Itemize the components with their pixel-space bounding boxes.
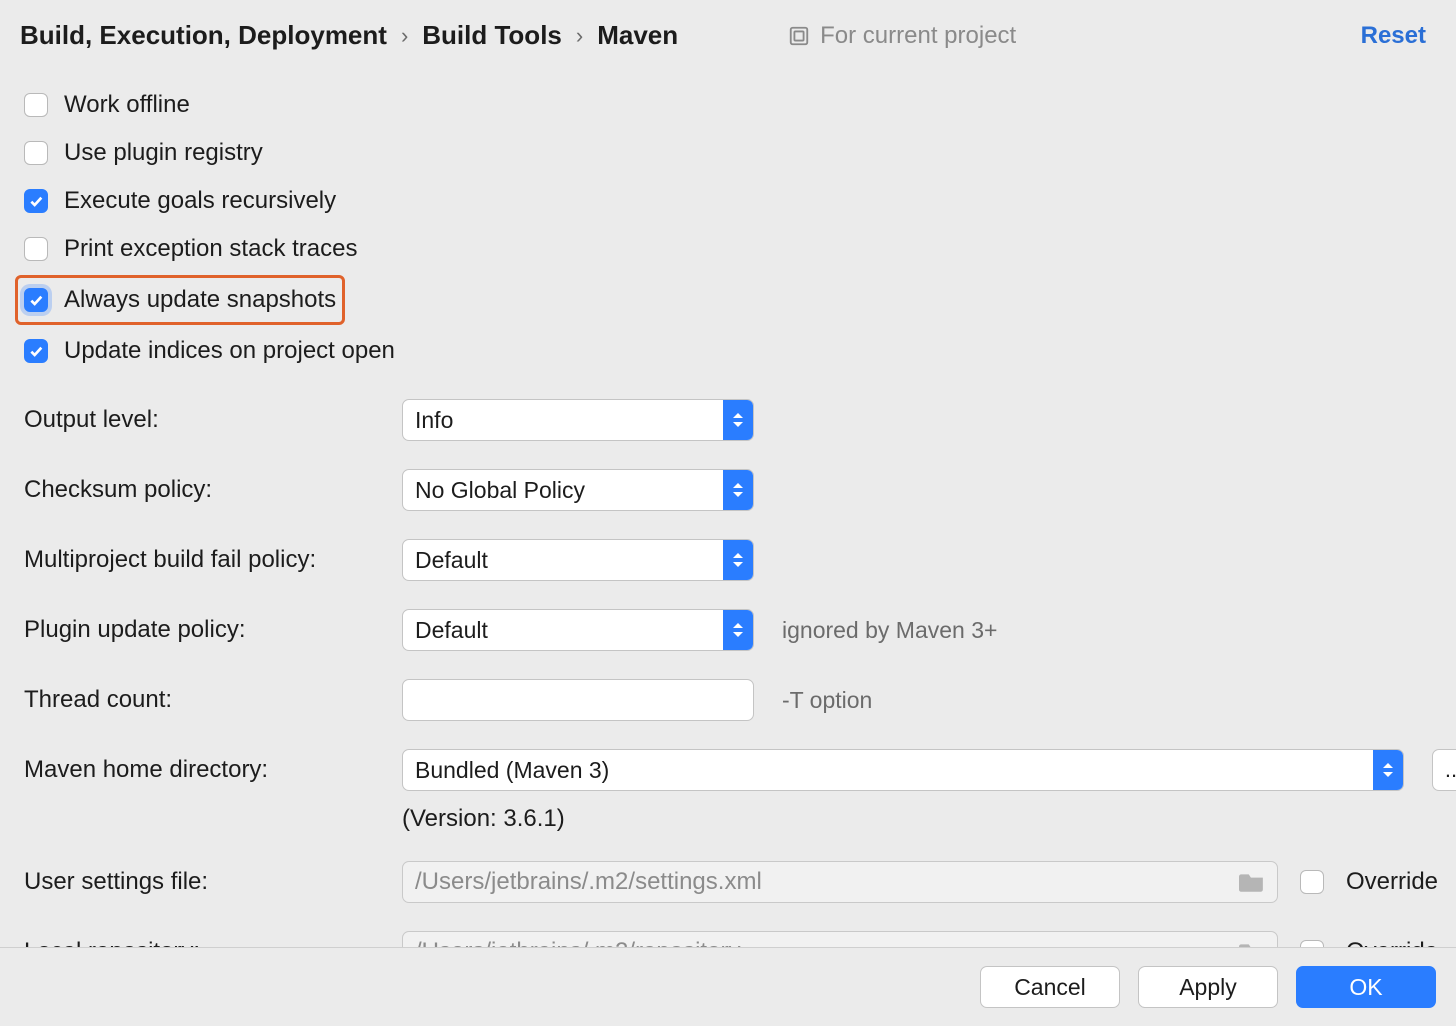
browse-button[interactable]: ... xyxy=(1432,749,1456,791)
override-label: Override xyxy=(1346,868,1438,896)
checkbox-label: Update indices on project open xyxy=(64,337,395,365)
checkbox-label: Use plugin registry xyxy=(64,139,263,167)
maven-version-note: (Version: 3.6.1) xyxy=(402,805,1456,833)
checkbox-label: Execute goals recursively xyxy=(64,187,336,215)
label-output-level: Output level: xyxy=(24,406,402,434)
checkbox-override-user-settings[interactable] xyxy=(1300,870,1324,894)
label-user-settings: User settings file: xyxy=(24,868,402,896)
breadcrumb-item-build[interactable]: Build, Execution, Deployment xyxy=(20,20,387,51)
path-value: /Users/jetbrains/.m2/settings.xml xyxy=(415,868,762,896)
updown-icon xyxy=(1373,750,1403,790)
label-fail-policy: Multiproject build fail policy: xyxy=(24,546,402,574)
checkbox-label: Print exception stack traces xyxy=(64,235,357,263)
label-plugin-update: Plugin update policy: xyxy=(24,616,402,644)
option-always-update-snapshots-highlighted[interactable]: Always update snapshots xyxy=(15,275,345,325)
scope-label: For current project xyxy=(820,22,1016,50)
select-value: Default xyxy=(403,547,723,574)
checkbox-label: Always update snapshots xyxy=(64,286,336,314)
select-output-level[interactable]: Info xyxy=(402,399,754,441)
select-checksum[interactable]: No Global Policy xyxy=(402,469,754,511)
dialog-footer: Cancel Apply OK xyxy=(0,947,1456,1026)
settings-header: Build, Execution, Deployment › Build Too… xyxy=(0,0,1456,71)
option-execute-recursively[interactable]: Execute goals recursively xyxy=(24,177,1436,225)
breadcrumb-item-tools[interactable]: Build Tools xyxy=(422,20,562,51)
input-thread-count[interactable] xyxy=(402,679,754,721)
breadcrumb-item-maven[interactable]: Maven xyxy=(597,20,678,51)
checkbox[interactable] xyxy=(24,189,48,213)
select-plugin-update[interactable]: Default xyxy=(402,609,754,651)
checkbox[interactable] xyxy=(24,288,48,312)
hint-thread-count: -T option xyxy=(782,687,872,714)
check-icon xyxy=(28,292,44,308)
scope-indicator: For current project xyxy=(788,22,1016,50)
field-user-settings: /Users/jetbrains/.m2/settings.xml xyxy=(402,861,1278,903)
updown-icon xyxy=(723,470,753,510)
checkbox[interactable] xyxy=(24,237,48,261)
ok-button[interactable]: OK xyxy=(1296,966,1436,1008)
checkbox[interactable] xyxy=(24,93,48,117)
hint-plugin-update: ignored by Maven 3+ xyxy=(782,617,997,644)
option-plugin-registry[interactable]: Use plugin registry xyxy=(24,129,1436,177)
folder-open-icon[interactable] xyxy=(1239,871,1265,893)
project-scope-icon xyxy=(788,25,810,47)
chevron-right-icon: › xyxy=(401,23,408,49)
label-maven-home: Maven home directory: xyxy=(24,756,402,784)
updown-icon xyxy=(723,540,753,580)
checkbox-label: Work offline xyxy=(64,91,190,119)
select-value: Info xyxy=(403,407,723,434)
option-update-indices[interactable]: Update indices on project open xyxy=(24,327,1436,375)
label-checksum: Checksum policy: xyxy=(24,476,402,504)
select-fail-policy[interactable]: Default xyxy=(402,539,754,581)
check-icon xyxy=(28,343,44,359)
option-work-offline[interactable]: Work offline xyxy=(24,81,1436,129)
label-thread-count: Thread count: xyxy=(24,686,402,714)
checkbox[interactable] xyxy=(24,141,48,165)
reset-link[interactable]: Reset xyxy=(1361,22,1426,50)
apply-button[interactable]: Apply xyxy=(1138,966,1278,1008)
select-maven-home[interactable]: Bundled (Maven 3) xyxy=(402,749,1404,791)
select-value: Default xyxy=(403,617,723,644)
check-icon xyxy=(28,193,44,209)
updown-icon xyxy=(723,610,753,650)
checkbox[interactable] xyxy=(24,339,48,363)
option-stack-traces[interactable]: Print exception stack traces xyxy=(24,225,1436,273)
select-value: No Global Policy xyxy=(403,477,723,504)
cancel-button[interactable]: Cancel xyxy=(980,966,1120,1008)
chevron-right-icon: › xyxy=(576,23,583,49)
settings-content: Work offline Use plugin registry Execute… xyxy=(0,71,1456,973)
select-value: Bundled (Maven 3) xyxy=(403,757,1373,784)
breadcrumb: Build, Execution, Deployment › Build Too… xyxy=(20,20,678,51)
updown-icon xyxy=(723,400,753,440)
